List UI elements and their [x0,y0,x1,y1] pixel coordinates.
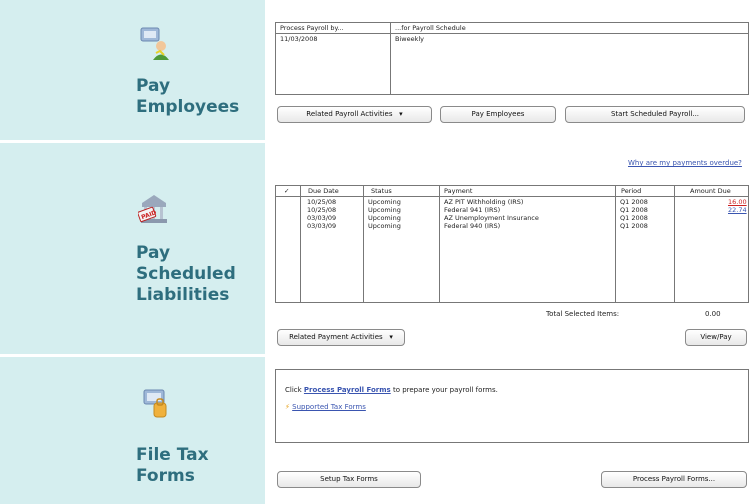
table-cell[interactable]: Federal 940 (IRS) [444,222,500,230]
amount-due-link[interactable]: 22.74 [728,206,747,214]
tax-forms-info-box: Click Process Payroll Forms to prepare y… [275,369,749,443]
tax-forms-instructions: Click Process Payroll Forms to prepare y… [285,386,498,394]
table-cell[interactable]: Upcoming [368,206,401,214]
overdue-payments-link[interactable]: Why are my payments overdue? [628,159,742,167]
button-label: Pay Employees [471,110,525,118]
lightning-icon: ⚡ [285,403,290,411]
setup-tax-forms-button[interactable]: Setup Tax Forms [277,471,421,488]
title-line: Pay [136,243,171,263]
instruction-text: to prepare your payroll forms. [392,386,498,394]
table-cell[interactable]: Upcoming [368,222,401,230]
related-payroll-activities-button[interactable]: Related Payroll Activities ▾ [277,106,432,123]
dropdown-arrow-icon: ▾ [384,333,393,341]
table-cell[interactable]: Upcoming [368,198,401,206]
button-label: Start Scheduled Payroll... [610,110,700,118]
column-header[interactable]: ...for Payroll Schedule [395,24,466,32]
table-cell[interactable]: 11/03/2008 [280,35,317,43]
tax-forms-content: Click Process Payroll Forms to prepare y… [265,357,749,504]
table-cell[interactable]: 10/25/08 [307,198,336,206]
amount-due-link[interactable]: 16.00 [728,198,747,206]
title-line: Scheduled [136,264,236,284]
button-label: Related Payroll Activities [306,110,393,118]
table-cell[interactable]: Q1 2008 [620,206,648,214]
process-payroll-forms-button[interactable]: Process Payroll Forms... [601,471,747,488]
total-selected-value: 0.00 [705,310,721,318]
button-label: Setup Tax Forms [320,475,378,483]
pay-employees-title: Pay Employees [136,76,239,118]
table-cell[interactable]: Biweekly [395,35,424,43]
pay-employees-panel: Pay Employees [0,0,265,140]
column-header[interactable]: Amount Due [690,187,731,195]
liabilities-panel: PAID Pay Scheduled Liabilities [0,143,265,354]
supported-forms-row: ⚡ Supported Tax Forms [285,403,366,411]
liabilities-table: ✓ Due Date Status Payment Period Amount … [275,185,749,303]
column-header[interactable]: Period [621,187,641,195]
related-payment-activities-button[interactable]: Related Payment Activities ▾ [277,329,405,346]
process-payroll-forms-link[interactable]: Process Payroll Forms [304,386,391,394]
instruction-text: Click [285,386,302,394]
button-label: Related Payment Activities [289,333,383,341]
table-cell[interactable]: Q1 2008 [620,198,648,206]
pay-employees-content: Process Payroll by... ...for Payroll Sch… [265,0,749,140]
table-cell[interactable]: AZ PIT Withholding (IRS) [444,198,523,206]
total-selected-label: Total Selected Items: [546,310,620,318]
title-line: Forms [136,466,195,486]
table-cell[interactable]: 03/03/09 [307,222,336,230]
table-cell[interactable]: 10/25/08 [307,206,336,214]
table-cell[interactable]: Federal 941 (IRS) [444,206,500,214]
button-label: View/Pay [700,333,732,341]
pay-employees-icon [139,26,173,62]
supported-tax-forms-link[interactable]: Supported Tax Forms [292,403,366,411]
tax-forms-title: File Tax Forms [136,445,209,487]
column-header[interactable]: Process Payroll by... [280,24,344,32]
column-header[interactable]: Status [371,187,392,195]
column-header[interactable]: Payment [444,187,472,195]
title-line: File Tax [136,445,209,465]
table-cell[interactable]: 03/03/09 [307,214,336,222]
pay-employees-button[interactable]: Pay Employees [440,106,556,123]
column-header[interactable]: Due Date [308,187,339,195]
table-cell[interactable]: Upcoming [368,214,401,222]
dropdown-arrow-icon: ▾ [394,110,403,118]
liabilities-content: Why are my payments overdue? ✓ Due Date … [265,143,749,354]
view-pay-button[interactable]: View/Pay [685,329,747,346]
tax-forms-icon [143,387,173,423]
title-line: Employees [136,97,240,117]
button-label: Process Payroll Forms... [632,475,716,483]
table-cell[interactable]: Q1 2008 [620,222,648,230]
title-line: Pay [136,76,171,96]
liabilities-title: Pay Scheduled Liabilities [136,243,236,306]
tax-forms-panel: File Tax Forms [0,357,265,504]
start-scheduled-payroll-button[interactable]: Start Scheduled Payroll... [565,106,745,123]
table-cell[interactable]: AZ Unemployment Insurance [444,214,539,222]
liabilities-icon: PAID [137,193,170,229]
table-cell[interactable]: Q1 2008 [620,214,648,222]
title-line: Liabilities [136,285,230,305]
check-column-header[interactable]: ✓ [284,187,289,195]
payroll-schedule-table: Process Payroll by... ...for Payroll Sch… [275,22,749,95]
